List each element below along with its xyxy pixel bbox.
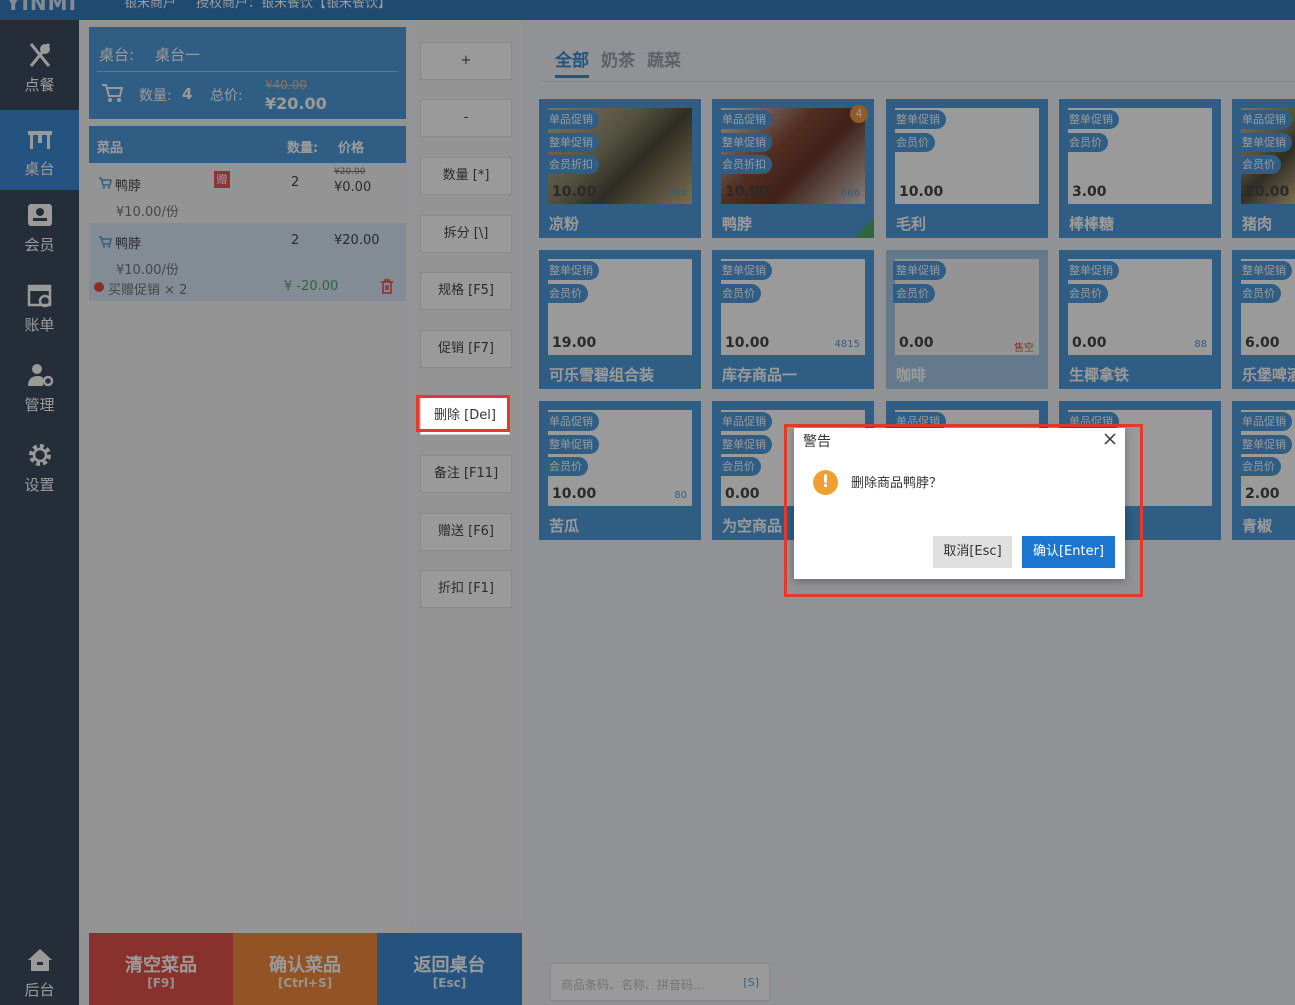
confirm-button[interactable]: 确认[Enter]	[1022, 536, 1115, 568]
cancel-button[interactable]: 取消[Esc]	[933, 536, 1012, 568]
confirm-dialog: 警告 ! 删除商品鸭脖？ 取消[Esc] 确认[Enter]	[794, 428, 1125, 579]
dialog-title: 警告	[803, 434, 831, 450]
dialog-message: 删除商品鸭脖？	[851, 476, 943, 491]
close-icon[interactable]	[1103, 432, 1117, 446]
warning-icon: !	[813, 470, 838, 495]
highlight-box-delete	[416, 395, 510, 432]
